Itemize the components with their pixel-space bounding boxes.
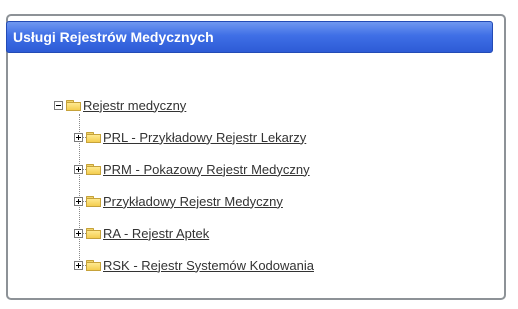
tree-node-prm-label[interactable]: PRM - Pokazowy Rejestr Medyczny [103, 162, 310, 177]
folder-icon [86, 259, 101, 271]
tree-node-przykladowy: Przykładowy Rejestr Medyczny [74, 193, 283, 209]
expand-plus-icon[interactable] [74, 132, 83, 142]
folder-icon [86, 163, 101, 175]
folder-icon [86, 195, 101, 207]
tree-node-prm: PRM - Pokazowy Rejestr Medyczny [74, 161, 310, 177]
tree-node-prl: PRL - Przykładowy Rejestr Lekarzy [74, 129, 306, 145]
folder-icon [66, 99, 81, 111]
tree-node-rsk: RSK - Rejestr Systemów Kodowania [74, 257, 314, 273]
tree-node-rsk-label[interactable]: RSK - Rejestr Systemów Kodowania [103, 258, 314, 273]
tree-node-ra-label[interactable]: RA - Rejestr Aptek [103, 226, 209, 241]
expand-plus-icon[interactable] [74, 164, 83, 174]
expand-plus-icon[interactable] [74, 260, 83, 270]
folder-icon [86, 131, 101, 143]
tree-node-ra: RA - Rejestr Aptek [74, 225, 209, 241]
collapse-minus-icon[interactable] [54, 100, 63, 110]
tree-node-root: Rejestr medyczny [54, 97, 186, 113]
tree-node-prl-label[interactable]: PRL - Przykładowy Rejestr Lekarzy [103, 130, 306, 145]
tree-node-root-label[interactable]: Rejestr medyczny [83, 98, 186, 113]
panel-header: Usługi Rejestrów Medycznych [6, 21, 493, 53]
tree-node-przykladowy-label[interactable]: Przykładowy Rejestr Medyczny [103, 194, 283, 209]
expand-plus-icon[interactable] [74, 228, 83, 238]
folder-icon [86, 227, 101, 239]
expand-plus-icon[interactable] [74, 196, 83, 206]
